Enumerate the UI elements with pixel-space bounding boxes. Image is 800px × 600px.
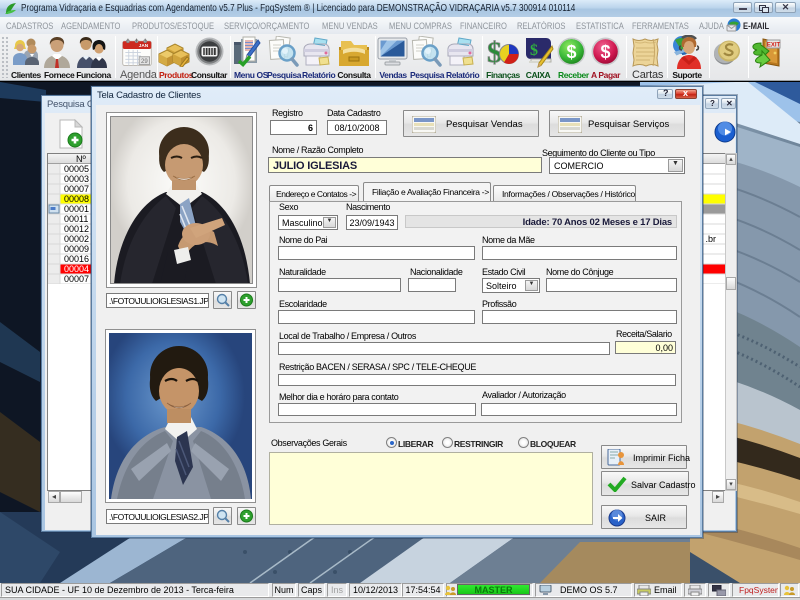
svg-text:$: $	[600, 42, 610, 62]
svg-text:00012: 00012	[64, 224, 89, 234]
svg-text:JAN: JAN	[139, 43, 149, 49]
svg-text:29: 29	[141, 59, 148, 65]
svg-text:00007: 00007	[64, 184, 89, 194]
svg-text:00001: 00001	[64, 204, 89, 214]
svg-text:$: $	[566, 42, 576, 62]
svg-text:00009: 00009	[64, 244, 89, 254]
svg-text:00008: 00008	[64, 194, 89, 204]
svg-text:$: $	[530, 42, 538, 59]
svg-text:00004: 00004	[64, 264, 89, 274]
svg-text:00011: 00011	[64, 214, 88, 224]
svg-text:EXIT: EXIT	[767, 43, 781, 49]
svg-text:00003: 00003	[64, 174, 89, 184]
svg-text:00005: 00005	[64, 164, 89, 174]
svg-text:00007: 00007	[64, 274, 89, 284]
svg-text:.br: .br	[705, 234, 716, 244]
svg-text:00002: 00002	[64, 234, 89, 244]
svg-text:00016: 00016	[64, 254, 89, 264]
